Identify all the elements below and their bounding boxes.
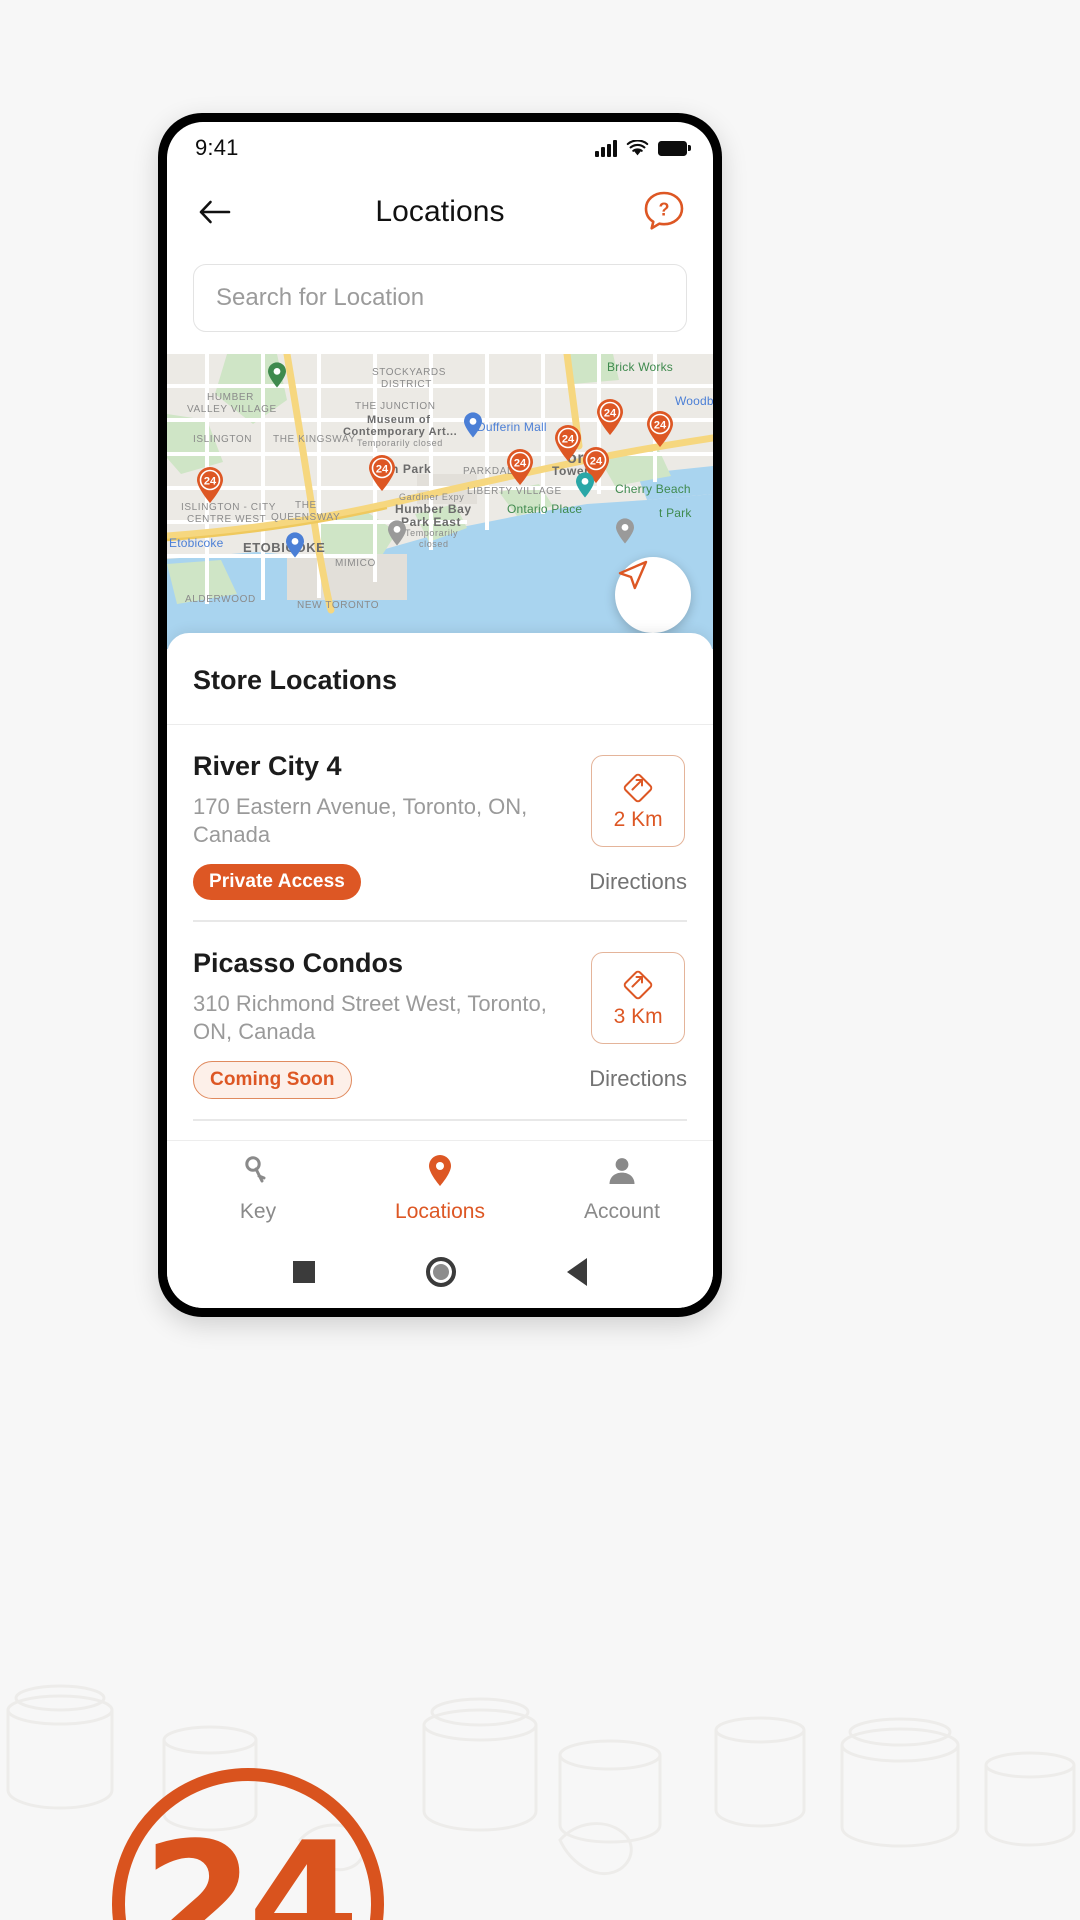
person-icon xyxy=(605,1154,639,1193)
tab-account[interactable]: Account xyxy=(531,1154,713,1224)
directions-label: Directions xyxy=(589,1066,687,1092)
battery-full-icon xyxy=(658,140,691,156)
sheet-title: Store Locations xyxy=(193,665,398,695)
search-box[interactable] xyxy=(193,264,687,332)
status-icons xyxy=(595,139,691,157)
tab-locations[interactable]: Locations xyxy=(349,1154,531,1224)
tab-key[interactable]: Key xyxy=(167,1154,349,1224)
directions-sign-icon xyxy=(623,773,653,802)
phone-screen: 9:41 Locations ? Search for Location STO… xyxy=(167,122,713,1308)
store-status-badge: Coming Soon xyxy=(193,1061,352,1100)
store-list-item[interactable]: Picasso Condos 310 Richmond Street West, … xyxy=(167,922,713,1119)
help-question-icon: ? xyxy=(644,191,684,230)
back-arrow-icon xyxy=(199,200,231,224)
store-list-item[interactable]: River City 4 170 Eastern Avenue, Toronto,… xyxy=(167,725,713,920)
store-address: 310 Richmond Street West, Toronto, ON, C… xyxy=(193,991,547,1045)
search-input[interactable] xyxy=(216,284,664,312)
back-button[interactable] xyxy=(193,190,237,234)
directions-button[interactable]: 2 Km xyxy=(591,755,686,848)
phone-frame: 9:41 Locations ? Search for Location STO… xyxy=(158,113,722,1317)
distance-label: 3 Km xyxy=(613,1004,663,1028)
store-name: River City 4 xyxy=(193,751,342,782)
help-button[interactable]: ? xyxy=(641,189,687,235)
background-watermark: 24 xyxy=(0,1360,1080,1920)
tab-label: Locations xyxy=(395,1199,485,1223)
key-icon xyxy=(241,1154,275,1193)
store-info: River City 4 170 Eastern Avenue, Toronto,… xyxy=(193,751,575,901)
brand-logo-text: 24 xyxy=(142,1807,360,1920)
directions-button[interactable]: 3 Km xyxy=(591,952,686,1045)
store-locations-sheet: Store Locations River City 4 170 Eastern … xyxy=(167,633,713,1140)
store-list[interactable]: River City 4 170 Eastern Avenue, Toronto,… xyxy=(167,725,713,1140)
status-bar: 9:41 xyxy=(167,122,713,174)
location-pin-icon xyxy=(423,1154,457,1193)
circle-home-icon[interactable] xyxy=(425,1257,456,1287)
triangle-back-icon[interactable] xyxy=(567,1258,588,1286)
store-name: Picasso Condos xyxy=(193,948,404,979)
store-actions: 3 Km Directions xyxy=(589,948,687,1099)
wifi-icon xyxy=(626,139,649,155)
status-time: 9:41 xyxy=(195,135,239,160)
store-address: 170 Eastern Avenue, Toronto, ON, Canada xyxy=(193,794,528,848)
square-recents-icon[interactable] xyxy=(292,1261,315,1283)
app-bar: Locations ? xyxy=(167,174,713,250)
store-info: Picasso Condos 310 Richmond Street West, … xyxy=(193,948,575,1100)
store-actions: 2 Km Directions xyxy=(589,751,687,900)
distance-label: 2 Km xyxy=(613,807,663,831)
directions-sign-icon xyxy=(623,970,653,999)
navigate-arrow-icon xyxy=(618,560,648,590)
bottom-tab-bar: Key Locations Account xyxy=(167,1140,713,1236)
locate-me-button[interactable] xyxy=(615,557,691,633)
map-view[interactable]: STOCKYARDS DISTRICT Brick Works HUMBER VALLE… xyxy=(167,354,713,649)
tab-label: Account xyxy=(584,1199,660,1223)
directions-label: Directions xyxy=(589,869,687,895)
search-section xyxy=(167,250,713,354)
android-nav-bar xyxy=(167,1236,713,1308)
store-status-badge: Private Access xyxy=(193,864,361,901)
tab-label: Key xyxy=(239,1199,277,1223)
page-title: Locations xyxy=(375,195,505,228)
cellular-signal-icon xyxy=(595,140,617,157)
store-list-item[interactable]: River City 4105 The Queensway, Toronto,2… xyxy=(167,1121,713,1140)
svg-text:?: ? xyxy=(659,200,670,220)
